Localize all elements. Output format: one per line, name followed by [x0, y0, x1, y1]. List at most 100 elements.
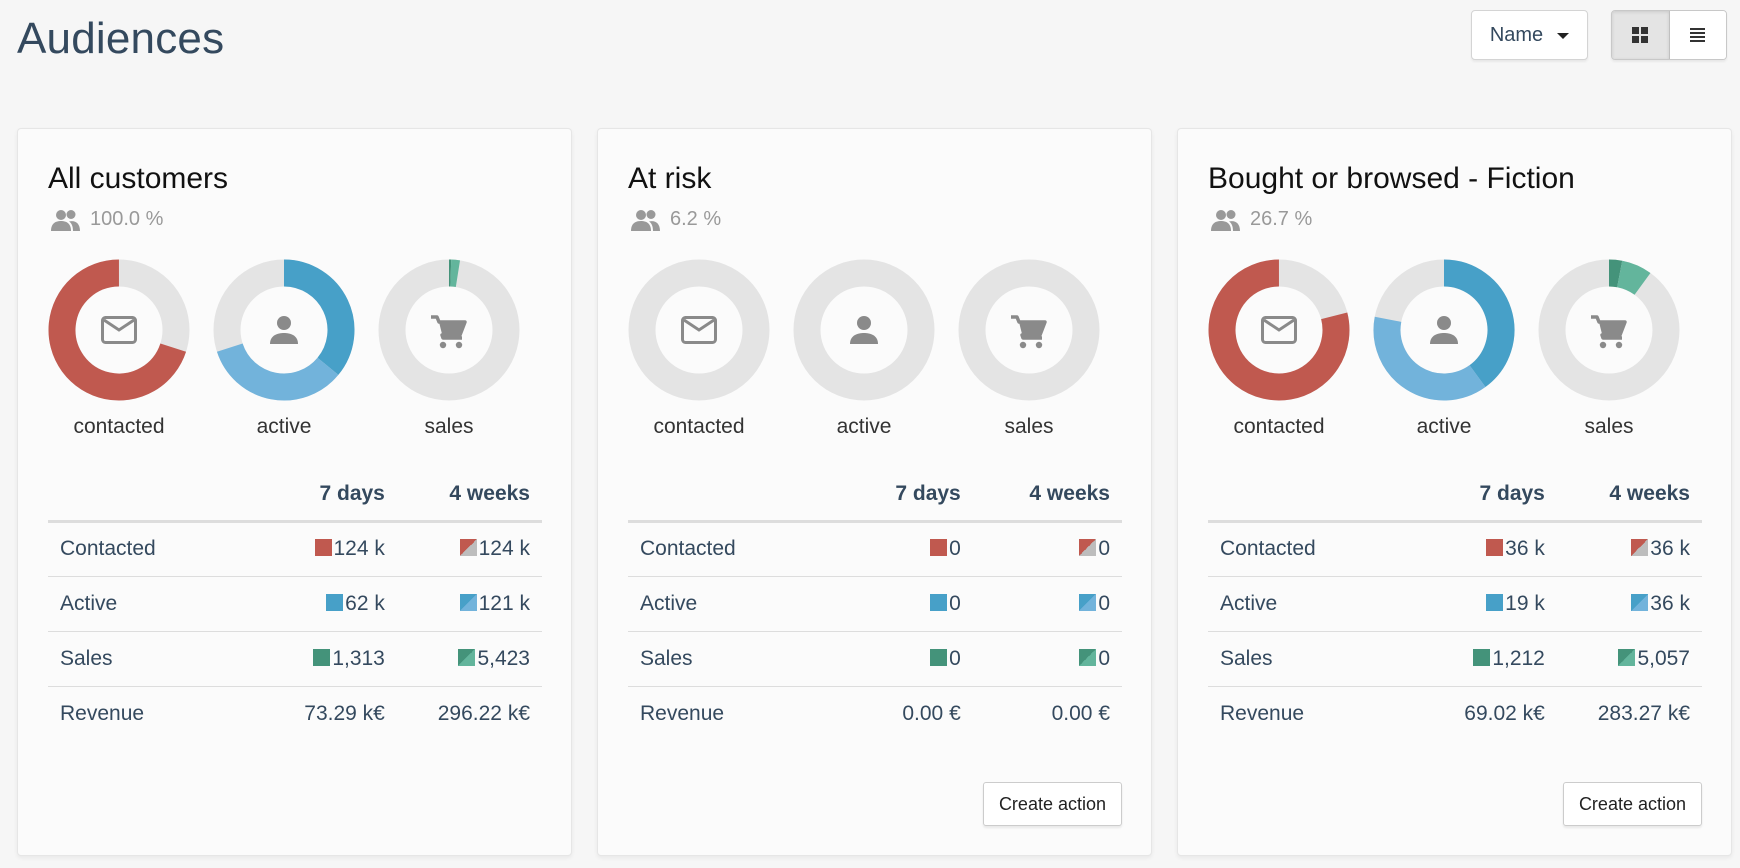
cell-4-weeks: 0	[972, 521, 1122, 577]
cell-7-days: 0	[848, 576, 973, 632]
contacted-4w-swatch	[459, 539, 477, 556]
donut-charts: contacted active sales	[48, 259, 543, 449]
row-label: Revenue	[640, 701, 725, 725]
row-label: Active	[628, 576, 848, 632]
cell-value: 1,212	[1492, 646, 1545, 670]
donut-label-sales: sales	[1004, 415, 1054, 438]
audience-title: All customers	[48, 162, 229, 195]
header-blank	[628, 469, 848, 523]
sales-4w-swatch	[458, 648, 476, 666]
donut-segment-active-7-days	[1443, 259, 1515, 388]
donut-sales: sales	[1534, 259, 1684, 439]
donut-contacted: contacted	[1204, 259, 1354, 439]
donut-contacted: contacted	[624, 259, 774, 439]
grid-view-button[interactable]	[1612, 11, 1670, 59]
cell-7-days: 0.00 €	[848, 686, 973, 741]
person-icon	[270, 316, 298, 344]
table-header-row: 7 days 4 weeks	[48, 469, 542, 523]
cell-value: 0	[1098, 591, 1110, 615]
table-row-sales: Sales 1,313 5,423	[48, 631, 542, 687]
cell-7-days: 1,212	[1428, 631, 1557, 687]
table-row-sales: Sales 0 0	[628, 631, 1122, 687]
sales-7d-swatch	[313, 648, 331, 666]
audience-share-value: 26.7 %	[1250, 208, 1313, 230]
audience-share: 100.0 %	[50, 208, 163, 231]
cell-value: 19 k	[1505, 591, 1545, 615]
cell-value: 0.00 €	[902, 701, 961, 725]
audience-card-1[interactable]: All customers 100.0 % contacted active sal…	[17, 128, 572, 856]
active-7d-swatch	[1486, 593, 1504, 611]
sales-4w-swatch	[1618, 648, 1636, 666]
audience-share-value: 6.2 %	[670, 208, 722, 230]
row-label: Sales	[1208, 631, 1428, 687]
cell-4-weeks: 296.22 k€	[397, 686, 542, 741]
cell-4-weeks: 0	[972, 576, 1122, 632]
active-donut-chart	[1373, 259, 1515, 401]
group-icon	[51, 209, 80, 231]
grid-icon	[1632, 27, 1649, 43]
cell-7-days: 0	[848, 631, 973, 687]
row-label: Revenue	[1220, 701, 1305, 725]
active-4w-swatch	[1631, 593, 1649, 611]
contacted-4w-swatch	[1079, 539, 1097, 556]
cell-value: 0	[1098, 537, 1110, 560]
cell-value: 62 k	[345, 591, 385, 615]
header-4-weeks: 4 weeks	[1556, 469, 1702, 523]
sort-dropdown[interactable]: Name	[1471, 10, 1588, 60]
donut-charts: contacted active sales	[628, 259, 1123, 449]
header-blank	[1208, 469, 1428, 523]
donut-active: active	[1369, 259, 1519, 439]
cell-7-days: 19 k	[1428, 576, 1557, 632]
table-row-contacted: Contacted 0 0	[628, 521, 1122, 577]
donut-active: active	[789, 259, 939, 439]
table-row-contacted: Contacted 36 k 36 k	[1208, 521, 1702, 577]
header-4-weeks: 4 weeks	[972, 469, 1122, 523]
contacted-7d-swatch	[1486, 539, 1504, 556]
person-icon	[1430, 316, 1458, 344]
cell-value: 0	[949, 537, 961, 560]
create-action-button[interactable]: Create action	[1562, 782, 1702, 826]
cell-value: 1,313	[332, 646, 385, 670]
donut-segment-sales-7-days	[1608, 259, 1623, 288]
list-view-button[interactable]	[1669, 11, 1726, 59]
table-row-revenue: Revenue 73.29 k€ 296.22 k€	[48, 686, 542, 741]
cell-value: 0.00 €	[1051, 701, 1110, 725]
table-row-active: Active 62 k 121 k	[48, 576, 542, 632]
create-action-button[interactable]: Create action	[982, 782, 1122, 826]
active-4w-swatch	[459, 593, 477, 611]
sales-donut-chart	[958, 259, 1100, 401]
stats-table: 7 days 4 weeks Contacted 124 k 124 k Active…	[48, 469, 542, 741]
audience-card-3[interactable]: Bought or browsed - Fiction 26.7 % conta…	[1177, 128, 1732, 856]
table-row-revenue: Revenue 69.02 k€ 283.27 k€	[1208, 686, 1702, 741]
header-blank	[48, 469, 268, 523]
page-title: Audiences	[17, 14, 225, 63]
cell-value: 0	[949, 591, 961, 615]
row-label: Sales	[628, 631, 848, 687]
shopping-cart-icon	[1591, 315, 1627, 349]
table-row-active: Active 0 0	[628, 576, 1122, 632]
envelope-icon	[681, 316, 717, 344]
audience-card-2[interactable]: At risk 6.2 % contacted active sales 7 day…	[597, 128, 1152, 856]
row-label: Contacted	[48, 521, 268, 577]
audience-share: 6.2 %	[630, 208, 721, 231]
table-row-active: Active 19 k 36 k	[1208, 576, 1702, 632]
cell-value: 0	[1098, 646, 1110, 670]
cell-4-weeks: 36 k	[1556, 576, 1702, 632]
shopping-cart-icon	[431, 315, 467, 349]
cell-value: 36 k	[1650, 591, 1690, 615]
contacted-7d-swatch	[314, 539, 332, 556]
table-row-sales: Sales 1,212 5,057	[1208, 631, 1702, 687]
cell-4-weeks: 0	[972, 631, 1122, 687]
donut-segment-active-4-weeks	[216, 342, 339, 401]
row-label: Active	[48, 576, 268, 632]
contacted-donut-chart	[48, 259, 190, 401]
sales-donut-chart	[1538, 259, 1680, 401]
donut-label-active: active	[836, 415, 892, 438]
sales-7d-swatch	[1473, 648, 1491, 666]
donut-label-active: active	[1416, 415, 1472, 438]
row-label: Active	[1208, 576, 1428, 632]
list-icon	[1690, 28, 1706, 42]
donut-label-contacted: contacted	[653, 415, 745, 438]
table-row-revenue: Revenue 0.00 € 0.00 €	[628, 686, 1122, 741]
cell-7-days: 62 k	[268, 576, 397, 632]
